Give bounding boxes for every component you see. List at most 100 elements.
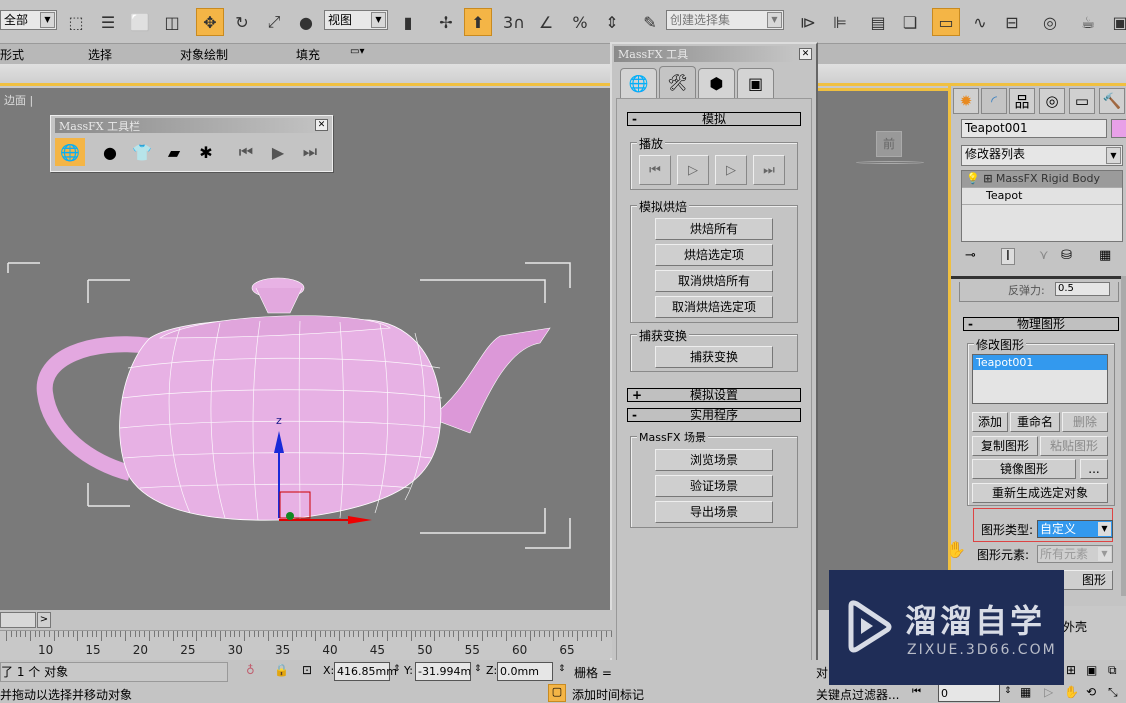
close-icon[interactable]: ✕ [799, 48, 812, 60]
add-time-tag[interactable]: 添加时间标记 [572, 686, 644, 703]
massfx-tools-title[interactable]: MassFX 工具 [614, 46, 794, 62]
ragdoll-icon[interactable]: ✱ [191, 138, 221, 166]
stack-item-massfx-rigid-body[interactable]: 💡 ⊞ MassFX Rigid Body [962, 171, 1122, 188]
shape-list-item[interactable]: Teapot001 [973, 355, 1107, 370]
ribbon-options-icon[interactable]: ▭▾ [350, 46, 364, 57]
rollout-physical-shapes[interactable]: - 物理图形 [963, 317, 1119, 331]
y-spinner[interactable]: ⇕ [474, 664, 482, 674]
pan-icon[interactable]: ✋ [1064, 685, 1079, 699]
mirror-options-button[interactable]: ... [1080, 459, 1108, 479]
move-icon[interactable]: ✥ [196, 8, 224, 36]
x-coord-input[interactable]: 416.85mm [334, 662, 397, 681]
zoom-extents-icon[interactable]: ⊞ [1066, 663, 1076, 677]
display-tab[interactable]: ▭ [1069, 88, 1095, 114]
ref-coord-dropdown[interactable]: 视图 ▼ [324, 10, 388, 30]
schematic-view-icon[interactable]: ⊟ [998, 8, 1026, 36]
mirror-tool-icon[interactable]: ⧐ [794, 8, 822, 36]
shape-list[interactable]: Teapot001 [972, 354, 1108, 404]
scale-icon[interactable]: ⤢ [260, 8, 288, 36]
step-simulation-button[interactable]: ▷ [715, 155, 747, 185]
rollout-utilities[interactable]: - 实用程序 [627, 408, 801, 422]
angle-snap-icon[interactable]: ∠ [532, 8, 560, 36]
time-tag-icon[interactable]: ▢ [548, 684, 566, 702]
zoom-extents-selected-icon[interactable]: ▣ [1086, 663, 1097, 677]
hierarchy-tab[interactable]: 品 [1009, 88, 1035, 114]
pivot-icon[interactable]: ▮ [394, 8, 422, 36]
make-unique-icon[interactable]: ⋎ [1039, 248, 1049, 263]
paste-shape-button[interactable]: 粘贴图形 [1040, 436, 1108, 456]
next-frame-button[interactable]: > [37, 612, 51, 628]
viewcube-ring[interactable] [856, 161, 924, 164]
object-name-input[interactable]: Teapot001 [961, 119, 1107, 138]
bake-all-button[interactable]: 烘焙所有 [655, 218, 773, 240]
show-end-result-icon[interactable]: Ⅰ [1001, 248, 1015, 265]
z-spinner[interactable]: ⇕ [558, 664, 566, 674]
add-shape-button[interactable]: 添加 [972, 412, 1008, 432]
ribbon-tab-populate[interactable]: 填充 [296, 46, 320, 63]
play-icon[interactable]: ▷ [1044, 685, 1053, 699]
key-filters-button[interactable]: 关键点过滤器... [816, 686, 899, 703]
z-coord-input[interactable]: 0.0mm [497, 662, 553, 681]
shape-type-dropdown[interactable]: 自定义 ▼ [1037, 520, 1113, 538]
object-color-swatch[interactable] [1111, 119, 1126, 138]
zoom-all-icon[interactable]: ⧉ [1108, 663, 1117, 678]
simulation-tools-tab[interactable]: 🛠 [659, 66, 696, 98]
time-slider[interactable]: > [0, 610, 612, 630]
keyboard-shortcut-override-icon[interactable]: ⬆ [464, 8, 492, 36]
regenerate-selected-button[interactable]: 重新生成选定对象 [972, 483, 1108, 503]
isolate-selection-icon[interactable]: ♁ [246, 663, 255, 677]
current-frame-input[interactable]: 0 [938, 684, 1000, 702]
window-crossing-icon[interactable]: ◫ [158, 8, 186, 36]
rotate-icon[interactable]: ↻ [228, 8, 256, 36]
unbake-selected-button[interactable]: 取消烘焙选定项 [655, 296, 773, 318]
close-icon[interactable]: ✕ [315, 119, 328, 131]
export-scene-button[interactable]: 导出场景 [655, 501, 773, 523]
percent-snap-icon[interactable]: % [566, 8, 594, 36]
ribbon-tab-select[interactable]: 选择 [88, 46, 112, 63]
render-setup-icon[interactable]: ☕ [1074, 8, 1102, 36]
unbake-all-button[interactable]: 取消烘焙所有 [655, 270, 773, 292]
validate-scene-button[interactable]: 验证场景 [655, 475, 773, 497]
utilities-tab[interactable]: 🔨 [1099, 88, 1125, 114]
modifier-list-dropdown[interactable]: 修改器列表 ▼ [961, 145, 1123, 166]
modify-tab[interactable]: ◜ [981, 88, 1007, 114]
expand-icon[interactable]: ⊞ [983, 172, 992, 185]
named-selection-input[interactable]: 创建选择集 ▼ [666, 10, 784, 30]
ribbon-tab-form[interactable]: 形式 [0, 46, 24, 63]
copy-shape-button[interactable]: 复制图形 [972, 436, 1038, 456]
select-object-icon[interactable]: ⬚ [62, 8, 90, 36]
explore-scene-button[interactable]: 浏览场景 [655, 449, 773, 471]
massfx-toolbar-title[interactable]: MassFX 工具栏 [55, 118, 329, 133]
capture-transform-button[interactable]: 捕获变换 [655, 346, 773, 368]
constraint-icon[interactable]: ▰ [159, 138, 189, 166]
display-options-tab[interactable]: ▣ [737, 68, 774, 98]
motion-tab[interactable]: ◎ [1039, 88, 1065, 114]
mcloth-icon[interactable]: 👕 [127, 138, 157, 166]
y-coord-input[interactable]: -31.994mm [415, 662, 471, 681]
mirror-shape-button[interactable]: 镜像图形 [972, 459, 1076, 479]
multi-object-editor-tab[interactable]: ⬢ [698, 68, 735, 98]
reset-sim-icon[interactable]: ⏮ [231, 138, 261, 166]
manipulate-icon[interactable]: ✢ [432, 8, 460, 36]
align-icon[interactable]: ⊫ [826, 8, 854, 36]
create-tab[interactable]: ✹ [953, 88, 979, 114]
frame-spinner[interactable]: ⇕ [1004, 686, 1012, 696]
curve-editor-icon[interactable]: ∿ [966, 8, 994, 36]
ribbon-tab-object-paint[interactable]: 对象绘制 [180, 46, 228, 63]
edit-named-sets-icon[interactable]: ✎ [636, 8, 664, 36]
bake-selected-button[interactable]: 烘焙选定项 [655, 244, 773, 266]
absolute-mode-icon[interactable]: ⊡ [302, 663, 312, 677]
remove-modifier-icon[interactable]: ⛁ [1061, 248, 1072, 263]
start-simulation-button[interactable]: ▷ [677, 155, 709, 185]
x-spinner[interactable]: ⇕ [393, 664, 401, 674]
snap-toggle-icon[interactable]: 3 ∩ [500, 8, 528, 36]
viewcube[interactable]: 前 [876, 131, 902, 157]
world-params-tab[interactable]: 🌐 [620, 68, 657, 98]
viewport-right-portion[interactable]: 前 [818, 88, 948, 610]
shape-element-dropdown[interactable]: 所有元素 ▼ [1037, 545, 1113, 563]
time-slider-thumb[interactable] [0, 612, 36, 628]
reset-simulation-button[interactable]: ⏮ [639, 155, 671, 185]
lightbulb-icon[interactable]: 💡 [966, 172, 980, 185]
orbit-icon[interactable]: ⟲ [1086, 685, 1096, 699]
maximize-viewport-icon[interactable]: ⤡ [1108, 685, 1118, 700]
